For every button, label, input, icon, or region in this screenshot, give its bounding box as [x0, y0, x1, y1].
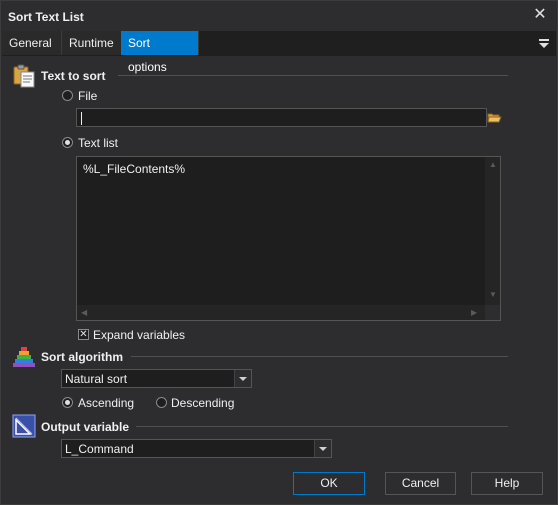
ok-button[interactable]: OK [293, 472, 365, 495]
sort-algorithm-heading: Sort algorithm [41, 350, 124, 364]
file-path-input[interactable] [76, 108, 487, 127]
sort-algorithm-select[interactable]: Natural sort [61, 369, 252, 388]
section-divider [136, 426, 508, 427]
output-variable-value: L_Command [65, 442, 134, 456]
triangle-ruler-icon [12, 414, 36, 438]
scroll-left-arrow-icon[interactable]: ◀ [81, 309, 87, 317]
sort-algorithm-value: Natural sort [65, 372, 128, 386]
descending-radio[interactable] [156, 397, 167, 408]
text-list-radio[interactable] [62, 137, 73, 148]
text-list-content: %L_FileContents% [83, 162, 186, 176]
scroll-down-arrow-icon[interactable]: ▼ [489, 291, 497, 299]
chevron-down-icon[interactable] [234, 370, 251, 387]
descending-label: Descending [171, 396, 235, 410]
dialog-window: Sort Text List ✕ General Runtime Sort op… [0, 0, 558, 505]
tab-general[interactable]: General [2, 31, 62, 55]
chevron-down-icon[interactable] [314, 440, 331, 457]
output-variable-select[interactable]: L_Command [61, 439, 332, 458]
ascending-label: Ascending [78, 396, 135, 410]
tab-bar: General Runtime Sort options [2, 31, 556, 74]
help-button[interactable]: Help [471, 472, 543, 495]
expand-variables-label: Expand variables [93, 328, 186, 342]
section-divider [131, 356, 508, 357]
tab-sort-options[interactable]: Sort options [121, 31, 199, 74]
close-icon[interactable]: ✕ [531, 6, 549, 24]
text-to-sort-heading: Text to sort [41, 69, 106, 83]
clipboard-icon [12, 64, 36, 88]
cancel-button[interactable]: Cancel [385, 472, 456, 495]
tab-menu-icon[interactable] [536, 34, 552, 52]
vertical-scrollbar[interactable]: ▲ ▼ [485, 157, 500, 305]
text-caret [81, 112, 82, 125]
window-title: Sort Text List [8, 10, 84, 24]
expand-variables-checkbox[interactable]: ✕ [78, 329, 89, 340]
ascending-radio[interactable] [62, 397, 73, 408]
folder-open-icon[interactable] [487, 110, 502, 125]
horizontal-scrollbar[interactable]: ◀ ▶ [77, 305, 485, 320]
file-radio[interactable] [62, 90, 73, 101]
tab-runtime[interactable]: Runtime [62, 31, 122, 55]
scrollbar-corner [485, 305, 500, 320]
title-bar: Sort Text List ✕ [1, 1, 557, 31]
section-divider [118, 75, 508, 76]
output-variable-heading: Output variable [41, 420, 130, 434]
scroll-right-arrow-icon[interactable]: ▶ [471, 309, 477, 317]
file-radio-label: File [78, 89, 98, 103]
text-list-editor[interactable]: %L_FileContents% ▲ ▼ ◀ ▶ [76, 156, 501, 321]
text-list-radio-label: Text list [78, 136, 119, 150]
scroll-up-arrow-icon[interactable]: ▲ [489, 161, 497, 169]
pyramid-icon [12, 345, 36, 369]
